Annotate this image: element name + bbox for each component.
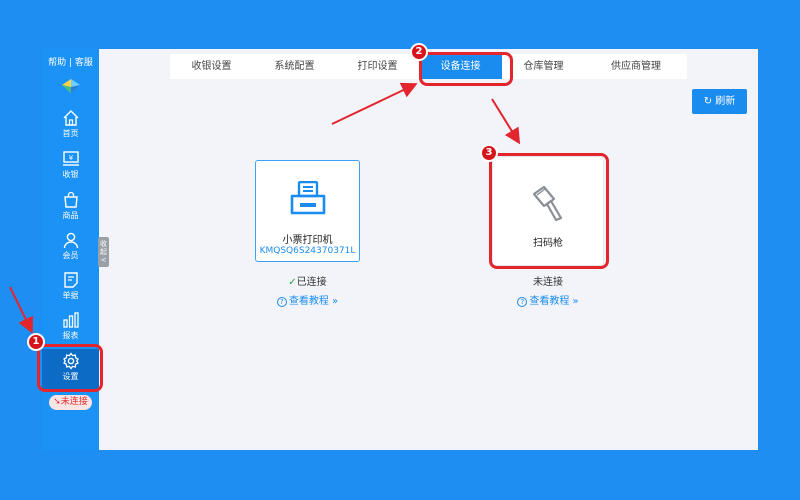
double-chevron-icon: »	[332, 296, 339, 307]
arrow-to-settings	[9, 286, 33, 334]
connection-status-badge: ➘未连接	[49, 395, 92, 410]
tab-warehouse[interactable]: 仓库管理	[502, 54, 585, 79]
receipt-icon	[63, 272, 78, 288]
highlight-settings	[37, 344, 103, 392]
sidebar-item-products[interactable]: 商品	[42, 191, 99, 231]
question-icon: ?	[276, 297, 287, 307]
refresh-label: 刷新	[715, 96, 736, 107]
sidebar-item-label: 首页	[62, 129, 79, 138]
tutorial-text: 查看教程	[529, 296, 570, 307]
svg-text:¥: ¥	[68, 154, 73, 162]
device-card-printer[interactable]: 小票打印机 KMQSQ6S24370371L	[255, 160, 360, 262]
sidebar-item-label: 收银	[62, 170, 79, 179]
status-text: 未连接	[60, 397, 88, 407]
shopping-bag-icon	[63, 191, 78, 208]
tab-system-config[interactable]: 系统配置	[253, 54, 336, 79]
step-marker-3: 3	[480, 144, 498, 162]
device-state-printer: ✓已连接	[255, 273, 360, 288]
refresh-button[interactable]: ↻ 刷新	[692, 89, 747, 114]
sidebar-item-label: 报表	[62, 331, 79, 340]
sidebar-item-members[interactable]: 会员	[42, 231, 99, 271]
plug-icon: ➘	[53, 397, 61, 407]
app-window: 帮助 | 客服 首页 ¥ 收银 商品 会员 单据 报表 设置 ➘未连接 收银设置…	[42, 49, 758, 450]
tutorial-link-printer[interactable]: ? 查看教程 »	[255, 292, 360, 307]
highlight-device-tab	[419, 52, 513, 86]
sidebar-item-label: 会员	[62, 251, 79, 260]
sidebar-item-cashier[interactable]: ¥ 收银	[42, 150, 99, 190]
check-icon: ✓	[288, 277, 297, 288]
question-icon: ?	[517, 297, 528, 307]
highlight-scanner-card	[489, 153, 609, 269]
step-marker-2: 2	[410, 43, 428, 61]
printer-icon	[290, 181, 326, 215]
help-link[interactable]: 帮助 | 客服	[42, 55, 99, 68]
home-icon	[63, 110, 78, 126]
sidebar-collapse-tab[interactable]: 收起<	[98, 237, 109, 267]
tutorial-text: 查看教程	[288, 296, 329, 307]
refresh-icon: ↻	[703, 96, 713, 107]
tab-print-settings[interactable]: 打印设置	[336, 54, 419, 79]
sidebar-item-orders[interactable]: 单据	[42, 271, 99, 311]
sidebar-item-label: 商品	[62, 211, 79, 220]
sidebar-item-label: 单据	[62, 291, 79, 300]
state-text: 已连接	[296, 277, 327, 288]
tab-supplier[interactable]: 供应商管理	[585, 54, 687, 79]
device-name: 小票打印机	[282, 235, 333, 246]
step-marker-1: 1	[27, 333, 45, 351]
logo-icon	[62, 79, 80, 93]
cashier-icon: ¥	[62, 151, 79, 166]
sidebar-item-home[interactable]: 首页	[42, 109, 99, 149]
device-serial: KMQSQ6S24370371L	[259, 246, 356, 256]
device-state-scanner: 未连接	[533, 277, 563, 288]
tutorial-link-scanner[interactable]: ? 查看教程 »	[492, 292, 604, 307]
user-icon	[63, 232, 78, 249]
double-chevron-icon: »	[572, 296, 579, 307]
tab-cashier-settings[interactable]: 收银设置	[170, 54, 253, 79]
bar-chart-icon	[62, 312, 79, 328]
